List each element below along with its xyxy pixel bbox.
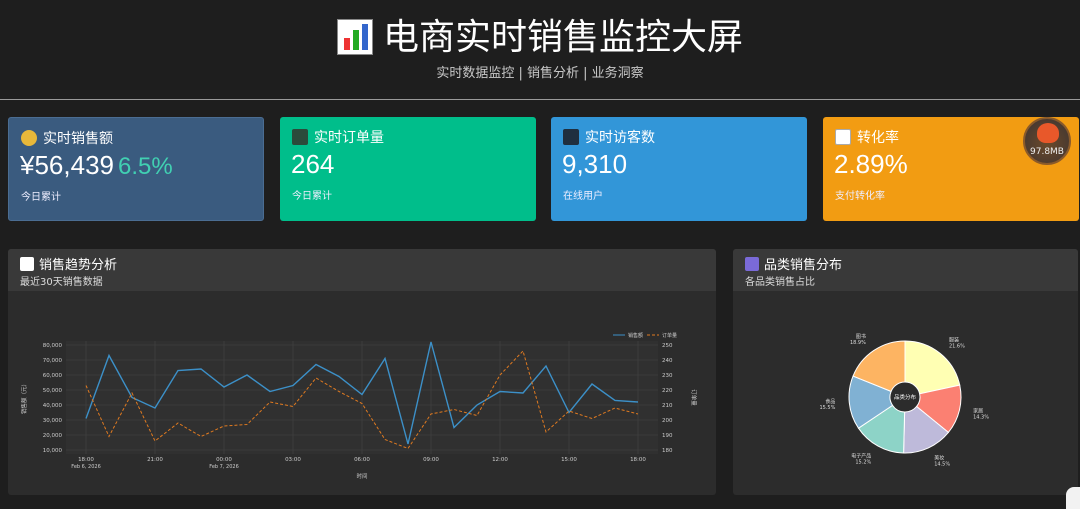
users-icon [563, 129, 579, 145]
x-tick-label: 06:00 [354, 457, 370, 463]
y2-tick-label: 250 [662, 343, 673, 349]
y-tick-label: 40,000 [43, 403, 63, 409]
y-axis-label: 销售额（元） [20, 381, 28, 414]
card-sales-pct: 6.5% [117, 153, 173, 180]
pie-center-label: 品类分布 [894, 393, 917, 401]
y2-tick-label: 230 [662, 373, 673, 379]
card-visitors-label: 实时访客数 [585, 130, 655, 146]
card-orders-label: 实时订单量 [314, 130, 384, 146]
x-tick-label: 12:00 [492, 457, 508, 463]
pie-slice-pct: 21.6% [949, 344, 965, 350]
page-title: 电商实时销售监控大屏 [0, 14, 1080, 62]
card-sales-note: 今日累计 [21, 192, 61, 203]
card-conversion-note: 支付转化率 [835, 191, 885, 202]
pie-slice-pct: 18.9% [850, 340, 866, 346]
pie-slice-label: 图书 [856, 333, 866, 340]
pie-slice-label: 服装 [949, 337, 959, 344]
card-visitors-value: 9,310 [562, 149, 628, 179]
x-tick-sublabel: Feb 6, 2026 [71, 464, 101, 470]
x-tick-label: 09:00 [423, 457, 439, 463]
y2-tick-label: 240 [662, 358, 673, 364]
pie-slice-pct: 14.3% [973, 414, 989, 420]
pie-slice-label: 食品 [825, 398, 835, 405]
x-tick-label: 15:00 [561, 457, 577, 463]
y-tick-label: 20,000 [43, 433, 63, 439]
card-orders: 实时订单量 264 今日累计 [280, 117, 536, 221]
card-sales-label: 实时销售额 [43, 131, 113, 147]
y-tick-label: 80,000 [43, 343, 63, 349]
card-sales: 实时销售额 ¥56,439 6.5% 今日累计 [8, 117, 264, 221]
y2-tick-label: 210 [662, 403, 673, 409]
x-tick-sublabel: Feb 7, 2026 [209, 464, 239, 470]
y-tick-label: 30,000 [43, 418, 63, 424]
pie-slice-label: 家居 [973, 407, 983, 414]
corner-widget[interactable] [1066, 487, 1080, 509]
y2-tick-label: 180 [662, 448, 673, 454]
category-pie-chart[interactable]: 服装21.6% 家居14.3% 美妆14.5% 电子产品15.2% 食品15.5% 图书1… [733, 249, 1078, 495]
y2-axis-label: 订单量 [690, 389, 698, 406]
bar-chart-icon [336, 19, 373, 55]
pie-slice-pct: 15.2% [855, 459, 871, 465]
card-sales-value: ¥56,439 [20, 150, 114, 180]
card-orders-note: 今日累计 [292, 191, 332, 202]
card-conversion: 转化率 2.89% 支付转化率 97.8MB [823, 117, 1079, 221]
memory-badge-text: 97.8MB [1030, 147, 1064, 157]
pie-slice-label: 电子产品 [851, 452, 871, 459]
y2-tick-label: 220 [662, 388, 673, 394]
legend-label: 订单量 [662, 332, 677, 339]
pie-slice-pct: 15.5% [819, 405, 835, 411]
x-tick-label: 21:00 [147, 457, 163, 463]
card-visitors-note: 在线用户 [563, 191, 603, 202]
flame-icon [1037, 123, 1059, 143]
legend-label: 销售额 [628, 332, 643, 339]
trend-chart[interactable]: 10,000 20,000 30,000 40,000 50,000 60,000 70,0… [8, 249, 716, 495]
money-bag-icon [21, 130, 37, 146]
x-tick-label: 03:00 [285, 457, 301, 463]
trend-chart-icon [835, 129, 851, 145]
x-axis-label: 时间 [356, 472, 367, 480]
page-title-text: 电商实时销售监控大屏 [382, 17, 743, 58]
y-tick-label: 10,000 [43, 448, 63, 454]
y-tick-label: 70,000 [43, 358, 63, 364]
y2-tick-label: 200 [662, 418, 673, 424]
card-visitors: 实时访客数 9,310 在线用户 [551, 117, 807, 221]
x-tick-label: 00:00 [216, 457, 232, 463]
y2-tick-label: 190 [662, 433, 673, 439]
card-conversion-value: 2.89% [834, 149, 908, 179]
pie-slice-pct: 14.5% [934, 462, 950, 468]
trend-panel: 销售趋势分析 最近30天销售数据 10,000 20,000 30,000 40,00… [8, 249, 716, 495]
card-conversion-label: 转化率 [857, 130, 899, 146]
memory-badge[interactable]: 97.8MB [1023, 117, 1071, 165]
card-orders-value: 264 [291, 149, 335, 179]
y-tick-label: 60,000 [43, 373, 63, 379]
category-panel: 品类销售分布 各品类销售占比 服装 21.6% 家居 14.3% 美妆 14.5% 电子产品… [733, 249, 1078, 495]
shopping-cart-icon [292, 129, 308, 145]
page-header: 电商实时销售监控大屏 实时数据监控 | 销售分析 | 业务洞察 [0, 0, 1080, 100]
x-tick-label: 18:00 [630, 457, 646, 463]
pie-slice-label: 美妆 [934, 455, 944, 462]
y-tick-label: 50,000 [43, 388, 63, 394]
page-subtitle: 实时数据监控 | 销售分析 | 业务洞察 [436, 66, 644, 81]
x-tick-label: 18:00 [78, 457, 94, 463]
